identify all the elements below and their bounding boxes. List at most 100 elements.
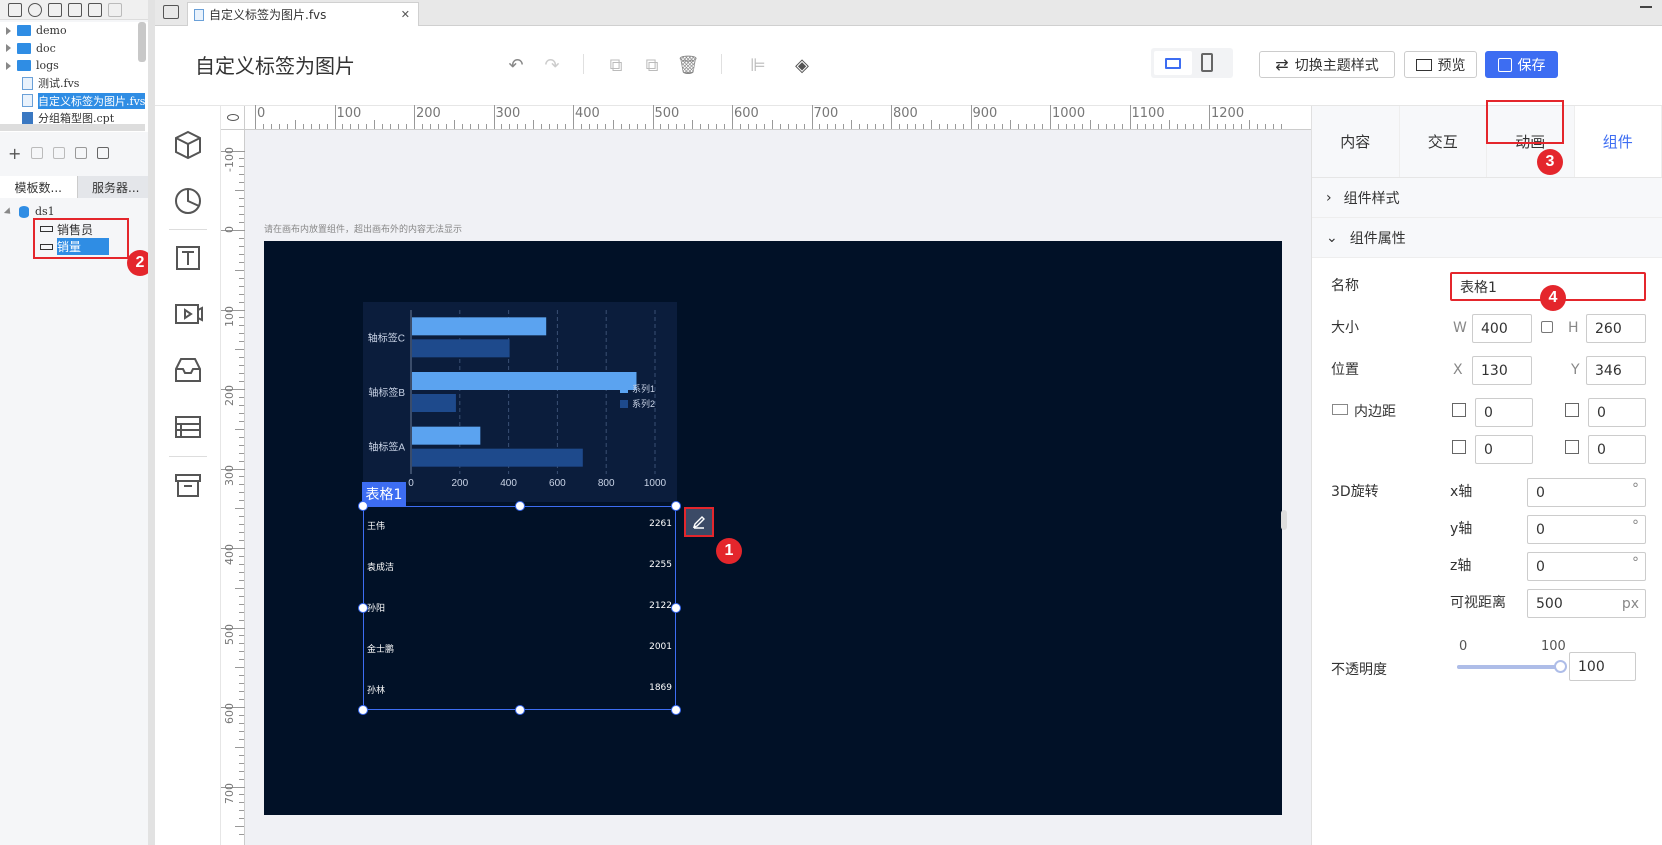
align-icon[interactable]: ⊫ <box>747 54 769 76</box>
resize-handle[interactable] <box>358 603 368 613</box>
resize-handle[interactable] <box>1281 510 1287 530</box>
tree-item-doc[interactable]: doc <box>0 40 148 58</box>
bar[interactable] <box>412 394 456 412</box>
padding-top-field[interactable]: 0 <box>1475 398 1533 427</box>
copy-icon[interactable]: ⧉ <box>605 54 627 76</box>
tab-server-data[interactable]: 服务器... <box>77 176 155 198</box>
resize-handle[interactable] <box>514 501 525 511</box>
copy-icon[interactable] <box>108 2 122 17</box>
ruler-tick <box>994 124 996 129</box>
table-row[interactable]: 金士鹏 2001 <box>364 638 675 662</box>
opacity-slider[interactable] <box>1457 665 1561 669</box>
refresh-icon[interactable] <box>28 2 42 17</box>
tab-content[interactable]: 内容 <box>1312 106 1400 177</box>
resize-handle[interactable] <box>671 705 681 715</box>
text-icon[interactable] <box>169 239 207 277</box>
resize-handle[interactable] <box>514 705 525 715</box>
archive-icon[interactable] <box>169 466 207 504</box>
new-file-icon[interactable] <box>8 2 22 17</box>
bar[interactable] <box>412 426 481 445</box>
3d-model-icon[interactable] <box>169 126 207 164</box>
paste-icon[interactable]: ⧉ <box>641 54 663 76</box>
lock-icon[interactable] <box>1541 321 1553 333</box>
padding-left-field[interactable]: 0 <box>1475 435 1533 464</box>
delete-icon[interactable] <box>53 147 66 159</box>
tab-interaction[interactable]: 交互 <box>1400 106 1487 177</box>
ruler-tick <box>239 770 244 772</box>
padding-right-field[interactable]: 0 <box>1588 435 1646 464</box>
widget-label[interactable]: 表格1 <box>362 482 406 506</box>
section-component-props[interactable]: ⌄ 组件属性 <box>1312 218 1662 258</box>
tree-hscrollbar[interactable] <box>0 124 145 131</box>
expand-caret-icon[interactable] <box>6 61 11 70</box>
table-row[interactable]: 袁成洁 2255 <box>364 556 675 580</box>
mobile-icon[interactable] <box>1201 53 1213 72</box>
tab-template-data[interactable]: 模板数... <box>0 176 78 198</box>
save-button[interactable]: 保存 <box>1485 51 1558 78</box>
switch-theme-button[interactable]: ⇄ 切换主题样式 <box>1259 51 1395 78</box>
tree-scrollbar[interactable] <box>138 22 146 62</box>
tree-item-logs[interactable]: logs <box>0 57 148 75</box>
media-icon[interactable] <box>169 295 207 333</box>
preview-button[interactable]: 预览 <box>1404 51 1477 78</box>
tree-item-current[interactable]: 自定义标签为图片.fvs <box>0 92 148 110</box>
y-field[interactable]: 346 <box>1586 356 1646 385</box>
splitter[interactable] <box>148 0 155 845</box>
ruler-tick <box>239 603 244 605</box>
eye-icon[interactable] <box>221 106 245 130</box>
padding-bottom-field[interactable]: 0 <box>1588 398 1646 427</box>
opacity-slider-handle[interactable] <box>1554 660 1567 673</box>
tree-item-test[interactable]: 测试.fvs <box>0 75 148 93</box>
ruler-tick <box>429 124 431 129</box>
bar[interactable] <box>412 372 637 390</box>
redo-icon[interactable]: ↷ <box>541 54 563 76</box>
server-dataset-icon[interactable] <box>97 147 110 159</box>
preview-icon[interactable] <box>75 147 88 159</box>
bar[interactable] <box>412 339 510 358</box>
width-field[interactable]: 400 <box>1472 314 1532 343</box>
bar-chart[interactable]: 0 200 400 600 800 1000 轴标签C 轴标签B 轴标签A 系列1 系列2 <box>363 302 677 502</box>
z-axis-field[interactable]: 0 ° <box>1527 552 1646 581</box>
close-tab-icon[interactable]: ✕ <box>401 8 410 21</box>
desktop-icon[interactable] <box>1154 51 1192 75</box>
dropdown-icon[interactable] <box>1640 6 1652 18</box>
resize-handle[interactable] <box>358 501 368 511</box>
tab-menu-icon[interactable] <box>163 5 179 19</box>
x-field[interactable]: 130 <box>1472 356 1532 385</box>
edit-icon[interactable] <box>31 147 44 159</box>
table-icon[interactable] <box>169 408 207 446</box>
bar[interactable] <box>412 317 547 336</box>
ruler-tick <box>1137 124 1139 129</box>
expand-caret-icon[interactable] <box>6 44 11 53</box>
height-field[interactable]: 260 <box>1586 314 1646 343</box>
section-component-style[interactable]: › 组件样式 <box>1312 178 1662 218</box>
edit-widget-button[interactable] <box>684 507 714 537</box>
expand-caret-icon[interactable] <box>6 26 11 35</box>
inbox-icon[interactable] <box>169 351 207 389</box>
view-distance-field[interactable]: 500 px <box>1527 589 1646 618</box>
opacity-field[interactable]: 100 <box>1569 652 1636 681</box>
delete-icon[interactable]: 🗑 <box>677 54 700 76</box>
tab-component[interactable]: 组件 <box>1574 106 1662 177</box>
add-icon[interactable]: + <box>8 144 21 163</box>
open-icon[interactable] <box>48 2 62 17</box>
document-tab[interactable]: 自定义标签为图片.fvs ✕ <box>187 2 419 26</box>
x-axis-field[interactable]: 0 ° <box>1527 478 1646 507</box>
chart-icon[interactable] <box>169 182 207 220</box>
table-row[interactable]: 孙阳 2122 <box>364 597 675 621</box>
settings-icon[interactable] <box>68 2 82 17</box>
resize-handle[interactable] <box>671 603 681 613</box>
bar[interactable] <box>412 448 583 467</box>
resize-handle[interactable] <box>671 501 681 511</box>
delete-icon[interactable] <box>88 2 102 17</box>
table-row[interactable]: 王伟 2261 <box>364 515 675 539</box>
table-row[interactable]: 孙林 1869 <box>364 679 675 703</box>
resize-handle[interactable] <box>358 705 368 715</box>
layer-icon[interactable]: ◈ <box>791 54 813 76</box>
expand-caret-icon[interactable] <box>3 207 14 217</box>
tree-item-demo[interactable]: demo <box>0 22 148 40</box>
undo-icon[interactable]: ↶ <box>505 54 527 76</box>
y-axis-field[interactable]: 0 ° <box>1527 515 1646 544</box>
table-widget[interactable]: 王伟 2261 袁成洁 2255 孙阳 2122 金士鹏 2001 孙林 1869 <box>358 501 681 715</box>
ruler-tick <box>1169 120 1171 129</box>
